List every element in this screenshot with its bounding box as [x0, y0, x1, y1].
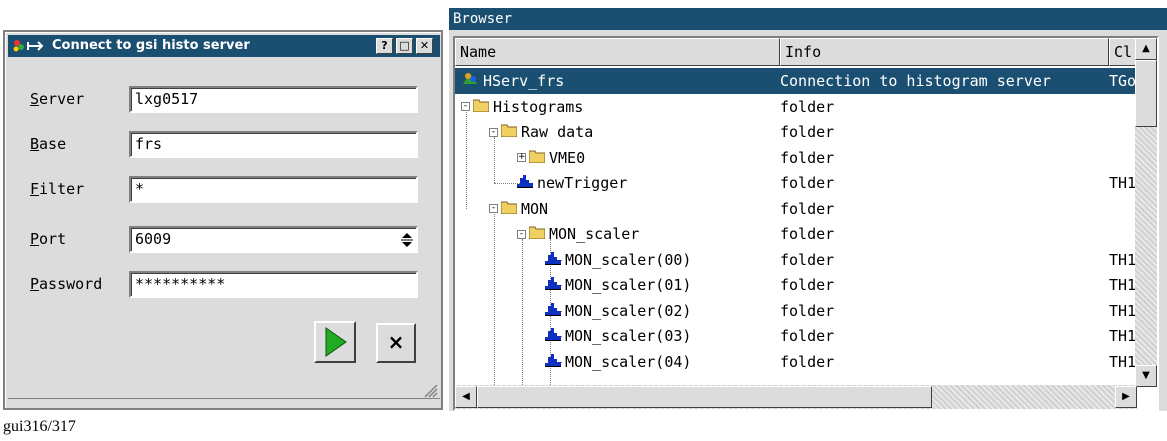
collapse-icon[interactable]: - [489, 127, 498, 137]
histogram-icon [545, 298, 563, 324]
status-bar [8, 398, 440, 406]
dialog-title: Connect to gsi histo server [52, 38, 250, 53]
connect-button[interactable] [314, 321, 356, 363]
root-app-icon [13, 40, 44, 52]
tree-item-label: MON_scaler(03) [565, 327, 692, 345]
filter-field[interactable]: * [129, 176, 418, 203]
scroll-up-button[interactable]: ▲ [1135, 38, 1157, 60]
maximize-button[interactable]: □ [396, 38, 413, 54]
close-window-button[interactable]: ✕ [416, 38, 433, 54]
collapse-icon[interactable]: - [517, 229, 526, 239]
folder-icon [528, 145, 547, 171]
collapse-icon[interactable]: - [489, 204, 498, 213]
tree-item-class: TH1 [1109, 352, 1137, 371]
histogram-icon [545, 272, 563, 298]
folder-icon [500, 119, 519, 145]
scroll-right-button[interactable]: ▶ [1115, 386, 1137, 408]
tree-item-label: Raw data [521, 123, 594, 141]
tree-item-info: folder [780, 352, 835, 371]
tree-item-class: TH1 [1109, 301, 1137, 320]
tree-item-class: TGo [1109, 72, 1137, 90]
folder-icon [472, 94, 491, 120]
base-label: Base [30, 135, 67, 153]
horizontal-scroll-thumb[interactable] [477, 386, 932, 408]
tree-row[interactable]: - Raw data folder [455, 119, 1137, 145]
scroll-down-button[interactable]: ▼ [1135, 365, 1157, 387]
tree-item-info: folder [780, 148, 835, 167]
tree-item-class: TH1 [1109, 327, 1137, 345]
histogram-icon [517, 170, 535, 196]
folder-icon [528, 221, 547, 247]
folder-icon [500, 196, 519, 222]
horizontal-scrollbar[interactable]: ◀ ▶ [455, 385, 1137, 409]
cancel-button[interactable]: × [376, 323, 416, 363]
column-header-name[interactable]: Name [455, 38, 780, 66]
server-label: Server [30, 90, 85, 108]
tree-row[interactable]: + VME0 folder [455, 145, 1137, 171]
tree-item-info: folder [780, 97, 835, 116]
port-field[interactable]: 6009 [129, 226, 418, 253]
tree-item-label: newTrigger [537, 174, 628, 192]
browser-list: Name Info Cl HServ_frs Connection to hist… [453, 36, 1159, 411]
dialog-titlebar[interactable]: Connect to gsi histo server ? □ ✕ [8, 35, 440, 57]
column-header-info[interactable]: Info [780, 38, 1109, 66]
tree-row[interactable]: - MON folder [455, 196, 1137, 222]
password-label: Password [30, 275, 103, 293]
tree-item-info: folder [780, 174, 835, 192]
tree-item-info: folder [780, 301, 835, 320]
tree-item-info: folder [780, 250, 835, 269]
browser-window: Browser Name Info Cl HServ_frs Connection… [449, 8, 1167, 411]
tree-row[interactable]: MON_scaler(04) folder TH1 [455, 349, 1137, 375]
connect-dialog: Connect to gsi histo server ? □ ✕ Server… [3, 30, 443, 410]
server-field[interactable]: lxg0517 [129, 86, 418, 113]
port-value: 6009 [135, 230, 172, 248]
tree-item-info: folder [780, 123, 835, 141]
tree-item-label: MON_scaler(02) [565, 301, 692, 320]
server-icon [461, 68, 481, 94]
browser-titlebar[interactable]: Browser [449, 8, 1167, 30]
tree-item-label: MON [521, 199, 549, 218]
tree-row[interactable]: HServ_frs Connection to histogram server T… [455, 68, 1137, 94]
password-field[interactable]: ********** [129, 271, 418, 298]
tree-item-class: TH1 [1109, 250, 1137, 269]
tree-item-class: TH1 [1109, 174, 1137, 192]
base-field[interactable]: frs [129, 131, 418, 158]
tree-item-label: MON_scaler(00) [565, 250, 692, 269]
play-icon [325, 327, 347, 357]
caption: gui316/317 [3, 418, 76, 435]
port-label: Port [30, 230, 67, 248]
filter-label: Filter [30, 180, 85, 198]
tree-item-info: folder [780, 327, 835, 345]
histogram-icon [545, 247, 563, 273]
tree-item-label: HServ_frs [483, 72, 565, 90]
tree-row[interactable]: newTrigger folder TH1 [455, 170, 1137, 196]
vertical-scrollbar[interactable]: ▲ ▼ [1135, 38, 1157, 387]
tree-row[interactable]: MON_scaler(00) folder TH1 [455, 247, 1137, 273]
tree-item-label: MON_scaler(01) [565, 276, 692, 294]
port-spinner-icon[interactable] [401, 232, 413, 248]
collapse-icon[interactable]: - [461, 102, 470, 111]
tree-row[interactable]: MON_scaler(01) folder TH1 [455, 272, 1137, 298]
scroll-left-button[interactable]: ◀ [455, 386, 477, 408]
tree-item-info: folder [780, 276, 835, 294]
tree-item-class: TH1 [1109, 276, 1137, 294]
histogram-icon [545, 349, 563, 375]
tree-row[interactable]: MON_scaler(03) folder TH1 [455, 323, 1137, 349]
vertical-scroll-thumb[interactable] [1135, 60, 1157, 127]
column-header-class[interactable]: Cl [1109, 38, 1137, 66]
help-button[interactable]: ? [376, 38, 393, 54]
tree-item-label: MON_scaler [549, 225, 640, 243]
tree-item-info: folder [780, 199, 835, 218]
tree-item-info: folder [780, 225, 835, 243]
tree-row[interactable]: - Histograms folder [455, 94, 1137, 120]
tree-item-info: Connection to histogram server [780, 72, 1051, 90]
expand-icon[interactable]: + [517, 153, 526, 162]
tree-item-label: Histograms [493, 97, 584, 116]
tree-row[interactable]: - MON_scaler folder [455, 221, 1137, 247]
tree-item-label: VME0 [549, 148, 586, 167]
tree-item-label: MON_scaler(04) [565, 352, 692, 371]
histogram-icon [545, 323, 563, 349]
resize-grip-icon[interactable] [422, 382, 438, 398]
tree-row[interactable]: MON_scaler(02) folder TH1 [455, 298, 1137, 324]
